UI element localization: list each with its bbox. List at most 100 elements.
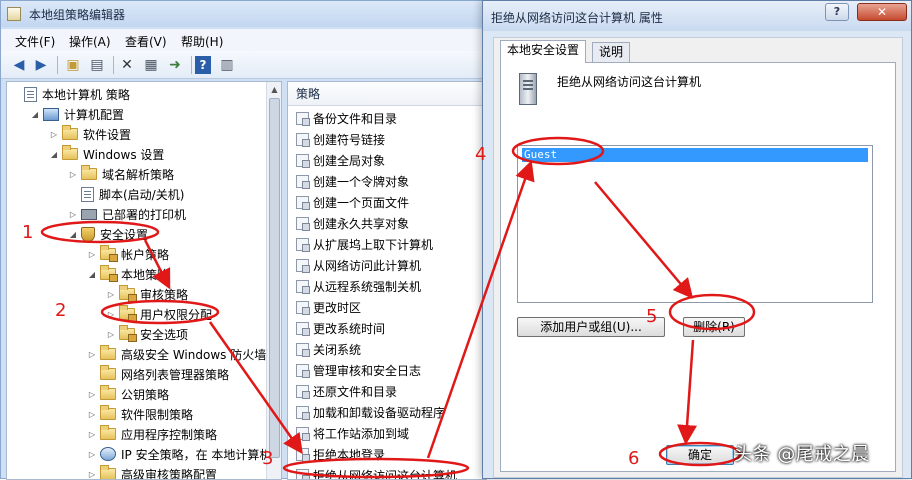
tree-item[interactable]: ·脚本(启动/关机) [68, 184, 184, 204]
tree-item[interactable]: ▷用户权限分配 [106, 304, 212, 324]
dialog-help-button[interactable]: ? [825, 3, 849, 21]
expand-arrow-icon[interactable]: ▷ [106, 290, 116, 299]
expand-arrow-icon[interactable]: ▷ [87, 350, 97, 359]
menu-action[interactable]: 操作(A) [69, 33, 111, 50]
export-icon[interactable]: ➜ [165, 55, 185, 75]
menu-file[interactable]: 文件(F) [15, 33, 55, 50]
policy-list-item[interactable]: 创建全局对象 [296, 150, 385, 171]
collapse-arrow-icon[interactable]: ◢ [49, 150, 59, 159]
properties-icon[interactable]: ▦ [141, 55, 161, 75]
policy-item-label: 关闭系统 [313, 341, 361, 358]
policy-setting-icon [296, 280, 309, 293]
tree-item[interactable]: ▷IP 安全策略，在 本地计算机 [87, 444, 271, 464]
tree-item[interactable]: ◢本地策略 [87, 264, 169, 284]
policy-list-item[interactable]: 创建一个令牌对象 [296, 171, 409, 192]
delete-x-icon[interactable]: ✕ [117, 55, 137, 75]
policy-list-item[interactable]: 拒绝从网络访问这台计算机 [296, 465, 457, 480]
policy-item-label: 更改系统时间 [313, 320, 385, 337]
policy-setting-icon [296, 112, 309, 125]
tree-item[interactable]: ▷审核策略 [106, 284, 188, 304]
policy-list-item[interactable]: 从远程系统强制关机 [296, 276, 421, 297]
policy-list-item[interactable]: 加载和卸载设备驱动程序 [296, 402, 445, 423]
tree-item[interactable]: ▷安全选项 [106, 324, 188, 344]
expand-arrow-icon[interactable]: ▷ [106, 330, 116, 339]
tree-item[interactable]: ▷已部署的打印机 [68, 204, 186, 224]
tree-item[interactable]: ▷高级审核策略配置 [87, 464, 217, 480]
policy-list-item[interactable]: 创建符号链接 [296, 129, 385, 150]
policy-list-item[interactable]: 创建永久共享对象 [296, 213, 409, 234]
policy-list-item[interactable]: 备份文件和目录 [296, 108, 397, 129]
tree-item[interactable]: ▷应用程序控制策略 [87, 424, 217, 444]
menu-help[interactable]: 帮助(H) [181, 33, 223, 50]
help-icon[interactable]: ? [195, 56, 211, 74]
add-user-or-group-button[interactable]: 添加用户或组(U)... [517, 317, 665, 337]
back-arrow-icon[interactable]: ◀ [9, 55, 29, 75]
policy-setting-icon [296, 217, 309, 230]
tree-scroll-thumb[interactable] [269, 98, 280, 458]
expand-arrow-icon[interactable]: ▷ [49, 130, 59, 139]
menu-view[interactable]: 查看(V) [125, 33, 167, 50]
policy-list-item[interactable]: 从网络访问此计算机 [296, 255, 421, 276]
expand-arrow-icon[interactable]: ▷ [68, 170, 78, 179]
policy-list-item[interactable]: 还原文件和目录 [296, 381, 397, 402]
policy-list-item[interactable]: 从扩展坞上取下计算机 [296, 234, 433, 255]
policy-setting-icon [296, 427, 309, 440]
dialog-close-button[interactable]: ✕ [857, 3, 907, 21]
tree-item[interactable]: ▷软件限制策略 [87, 404, 193, 424]
tree-item[interactable]: ▷公钥策略 [87, 384, 169, 404]
step-number-6: 6 [628, 448, 639, 469]
tree-item[interactable]: ·本地计算机 策略 [11, 84, 130, 104]
show-hide-tree-icon[interactable]: ▤ [87, 55, 107, 75]
policy-item-label: 还原文件和目录 [313, 383, 397, 400]
expand-arrow-icon[interactable]: ▷ [106, 310, 116, 319]
list-item-guest[interactable]: Guest [522, 148, 868, 162]
expand-arrow-icon[interactable]: ▷ [87, 430, 97, 439]
network-policy-icon [100, 447, 116, 461]
scroll-up-arrow-icon[interactable]: ▲ [269, 84, 280, 96]
tab-local-security-setting[interactable]: 本地安全设置 [500, 40, 586, 63]
view-icon[interactable]: ▥ [217, 55, 237, 75]
policy-list-item[interactable]: 更改时区 [296, 297, 361, 318]
printer-icon [81, 209, 97, 220]
policy-setting-icon [296, 259, 309, 272]
expand-arrow-icon[interactable]: ▷ [87, 410, 97, 419]
console-tree-pane[interactable]: ·本地计算机 策略◢计算机配置▷软件设置◢Windows 设置▷域名解析策略·脚… [6, 81, 282, 480]
tab-explain[interactable]: 说明 [592, 42, 630, 62]
step-number-1: 1 [22, 222, 33, 243]
policy-list-item[interactable]: 将工作站添加到域 [296, 423, 409, 444]
tree-item[interactable]: ◢安全设置 [68, 224, 148, 244]
tree-item[interactable]: ▷域名解析策略 [68, 164, 174, 184]
policy-item-label: 管理审核和安全日志 [313, 362, 421, 379]
expand-arrow-icon[interactable]: ▷ [87, 390, 97, 399]
tree-item[interactable]: ▷软件设置 [49, 124, 131, 144]
dialog-title: 拒绝从网络访问这台计算机 属性 [491, 9, 663, 26]
policy-column-header[interactable]: 策略 [288, 82, 486, 106]
tree-item[interactable]: ·网络列表管理器策略 [87, 364, 229, 384]
up-folder-icon[interactable]: ▣ [63, 55, 83, 75]
ok-button[interactable]: 确定 [666, 445, 734, 465]
collapse-arrow-icon[interactable]: ◢ [30, 110, 40, 119]
collapse-arrow-icon[interactable]: ◢ [87, 270, 97, 279]
shield-icon [81, 227, 95, 242]
policy-list-item[interactable]: 管理审核和安全日志 [296, 360, 421, 381]
policy-list-pane[interactable]: 策略 备份文件和目录创建符号链接创建全局对象创建一个令牌对象创建一个页面文件创建… [287, 81, 487, 480]
policy-item-label: 将工作站添加到域 [313, 425, 409, 442]
remove-button[interactable]: 删除(R) [683, 317, 745, 337]
tree-scrollbar[interactable]: ▲ [266, 82, 282, 479]
tree-item[interactable]: ▷高级安全 Windows 防火墙 [87, 344, 266, 364]
expand-arrow-icon[interactable]: ▷ [87, 450, 97, 459]
expand-arrow-icon[interactable]: ▷ [68, 210, 78, 219]
expand-arrow-icon[interactable]: ▷ [87, 250, 97, 259]
policy-list-item[interactable]: 拒绝本地登录 [296, 444, 385, 465]
policy-list-item[interactable]: 创建一个页面文件 [296, 192, 409, 213]
dialog-titlebar[interactable]: 拒绝从网络访问这台计算机 属性 ? ✕ [483, 1, 911, 31]
expand-arrow-icon[interactable]: ▷ [87, 470, 97, 479]
user-group-listbox[interactable]: Guest [517, 145, 873, 303]
tree-item[interactable]: ◢Windows 设置 [49, 144, 164, 164]
forward-arrow-icon[interactable]: ▶ [31, 55, 51, 75]
tree-item[interactable]: ◢计算机配置 [30, 104, 124, 124]
policy-list-item[interactable]: 关闭系统 [296, 339, 361, 360]
policy-list-item[interactable]: 更改系统时间 [296, 318, 385, 339]
tree-item[interactable]: ▷帐户策略 [87, 244, 169, 264]
collapse-arrow-icon[interactable]: ◢ [68, 230, 78, 239]
